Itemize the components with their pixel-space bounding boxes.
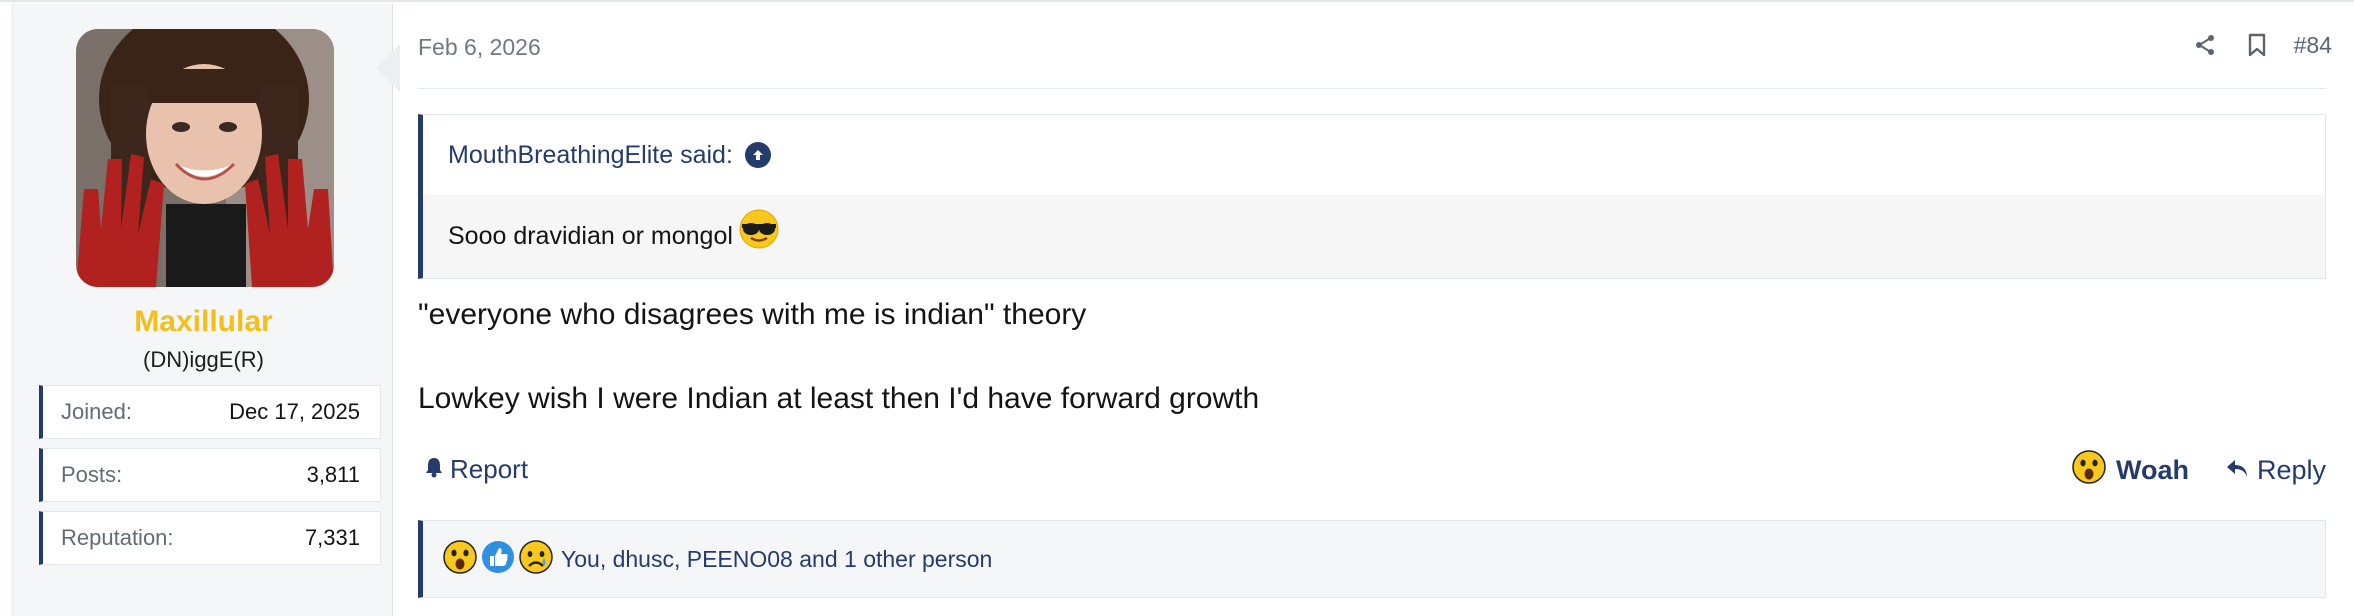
wow-emoji-icon xyxy=(443,539,477,579)
report-label: Report xyxy=(450,454,529,484)
reply-arrow-icon xyxy=(2225,455,2249,486)
report-button[interactable]: Report xyxy=(424,454,528,485)
message-pointer xyxy=(376,44,400,92)
quote-attribution[interactable]: MouthBreathingElite said: xyxy=(448,141,733,170)
post-header-actions: #84 xyxy=(2190,30,2332,60)
reactions-summary[interactable]: You, dhusc, PEENO08 and 1 other person xyxy=(561,546,992,573)
post-text-line: Lowkey wish I were Indian at least then … xyxy=(418,382,1260,415)
user-sidebar: Maxillular (DN)iggE(R) Joined: Dec 17, 2… xyxy=(12,4,393,616)
stat-value: 7,331 xyxy=(304,525,360,550)
stat-reputation: Reputation: 7,331 xyxy=(39,511,381,565)
post-footer-actions: Woah Reply xyxy=(2072,450,2326,491)
stat-label: Posts: xyxy=(61,462,123,487)
user-title: (DN)iggE(R) xyxy=(143,347,264,372)
quote-content: Sooo dravidian or mongol xyxy=(423,195,2325,278)
bell-icon xyxy=(424,454,444,485)
avatar-image xyxy=(76,29,334,287)
quote-header: MouthBreathingElite said: xyxy=(423,115,2325,195)
avatar[interactable] xyxy=(76,29,334,287)
share-icon[interactable] xyxy=(2190,30,2220,60)
stat-posts: Posts: 3,811 xyxy=(39,448,381,502)
reactions-bar[interactable]: You, dhusc, PEENO08 and 1 other person xyxy=(418,520,2326,598)
header-divider xyxy=(418,88,2326,89)
forum-post: Maxillular (DN)iggE(R) Joined: Dec 17, 2… xyxy=(0,0,2354,616)
sunglasses-emoji-icon xyxy=(739,209,779,256)
stat-value: Dec 17, 2025 xyxy=(229,399,360,424)
reply-button[interactable]: Reply xyxy=(2225,455,2326,486)
wow-emoji-icon xyxy=(2072,450,2106,491)
stat-label: Reputation: xyxy=(61,525,174,550)
stat-label: Joined: xyxy=(61,399,132,424)
bookmark-icon[interactable] xyxy=(2242,30,2272,60)
react-label: Woah xyxy=(2115,455,2189,485)
stat-joined: Joined: Dec 17, 2025 xyxy=(39,385,381,439)
quote-text: Sooo dravidian or mongol xyxy=(448,222,733,250)
quote-block: MouthBreathingElite said: Sooo dravidian… xyxy=(418,114,2326,279)
post-number[interactable]: #84 xyxy=(2294,32,2332,59)
like-emoji-icon xyxy=(481,540,515,579)
username[interactable]: Maxillular xyxy=(13,305,394,339)
post-text-line: "everyone who disagrees with me is india… xyxy=(418,298,1087,331)
reply-label: Reply xyxy=(2256,455,2326,485)
post-date[interactable]: Feb 6, 2026 xyxy=(418,34,541,61)
react-button[interactable]: Woah xyxy=(2072,450,2189,491)
arrow-up-circle-icon[interactable] xyxy=(744,142,771,168)
reaction-icons xyxy=(443,539,553,579)
sad-emoji-icon xyxy=(519,539,553,579)
stat-value: 3,811 xyxy=(306,462,360,487)
